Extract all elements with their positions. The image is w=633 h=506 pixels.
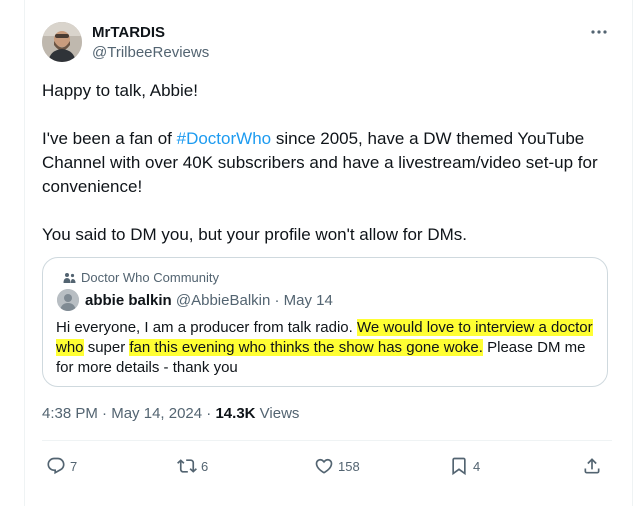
tweet-paragraph-2: I've been a fan of #DoctorWho since 2005… [42,127,612,199]
bookmark-icon [452,457,466,476]
tweet-container [24,0,633,506]
tweet-time[interactable]: 4:38 PM [42,405,98,422]
like-count: 158 [338,458,360,474]
community-name: Doctor Who Community [81,270,219,285]
views-label: Views [259,405,300,422]
views-count: 14.3K [215,405,256,422]
community-icon [63,272,76,283]
more-dots-icon [591,30,607,34]
repost-button[interactable]: 6 [177,452,208,480]
share-icon [584,458,600,474]
reply-button[interactable]: 7 [46,452,77,480]
more-options-button[interactable] [588,22,610,42]
quoted-highlight-2: fan this evening who thinks the show has… [129,339,483,356]
tweet-text: Happy to talk, Abbie! I've been a fan of… [42,79,612,247]
tweet-paragraph-2-start: I've been a fan of [42,129,177,148]
tweet-date[interactable]: May 14, 2024 [111,405,202,422]
author-display-name[interactable]: MrTARDIS [92,24,165,41]
share-button[interactable] [582,452,602,480]
repost-count: 6 [201,458,209,474]
community-label[interactable]: Doctor Who Community [63,270,219,285]
author-avatar[interactable] [42,22,82,62]
tweet-paragraph-3: You said to DM you, but your profile won… [42,225,467,244]
tweet-meta: 4:38 PM · May 14, 2024 · 14.3K Views [42,405,299,422]
quoted-author-name[interactable]: abbie balkin [85,292,172,309]
quoted-tweet[interactable]: Doctor Who Community abbie balkin @Abbie… [42,257,608,387]
repost-icon [177,459,197,473]
meta-separator: · [102,405,108,422]
like-button[interactable]: 158 [314,452,360,480]
meta-dot: · [206,405,212,422]
author-handle[interactable]: @TrilbeeReviews [92,44,209,61]
quoted-text-part-1: Hi everyone, I am a producer from talk r… [56,319,357,336]
divider [42,440,612,441]
quoted-text: Hi everyone, I am a producer from talk r… [56,318,596,378]
quoted-date[interactable]: May 14 [284,292,333,309]
tweet-line-1: Happy to talk, Abbie! [42,81,198,100]
reply-icon [47,457,65,475]
quoted-author-handle[interactable]: @AbbieBalkin [176,292,270,309]
reply-count: 7 [70,458,78,474]
quoted-text-part-2: super [83,339,130,356]
hashtag-link[interactable]: #DoctorWho [177,129,271,148]
quoted-author-avatar[interactable] [57,289,79,311]
quoted-separator: · [274,292,280,309]
quoted-header: abbie balkin @AbbieBalkin · May 14 [85,292,333,309]
action-bar: 7 6 158 4 [42,452,612,480]
bookmark-count: 4 [473,458,481,474]
bookmark-button[interactable]: 4 [449,452,480,480]
heart-icon [315,458,333,474]
